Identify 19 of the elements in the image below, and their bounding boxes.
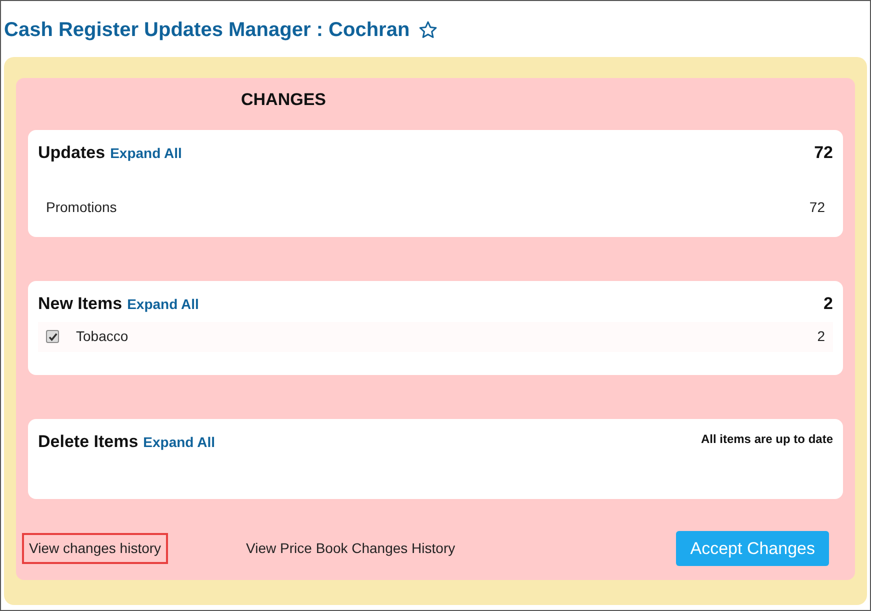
row-label: Promotions [46,198,117,217]
history-link[interactable]: View changes history [22,533,168,564]
expand-all-link[interactable]: Expand All [127,294,199,315]
expand-all-link[interactable]: Expand All [110,143,182,164]
page-title: Cash Register Updates Manager : Cochran [4,18,410,42]
section-title: New Items [38,293,122,315]
panel-heading: CHANGES [241,90,326,109]
row-count: 2 [817,327,825,346]
status-message: All items are up to date [700,431,833,448]
section-title: Delete Items [38,431,138,453]
history-link[interactable]: View Price Book Changes History [239,533,462,564]
row-label: Tobacco [76,327,128,346]
section-count: 2 [824,293,833,315]
row-count: 72 [809,198,825,217]
checkbox[interactable] [46,330,59,343]
star-icon[interactable] [418,20,438,40]
section-title: Updates [38,142,106,164]
expand-all-link[interactable]: Expand All [143,432,215,453]
section-count: 72 [814,142,833,164]
